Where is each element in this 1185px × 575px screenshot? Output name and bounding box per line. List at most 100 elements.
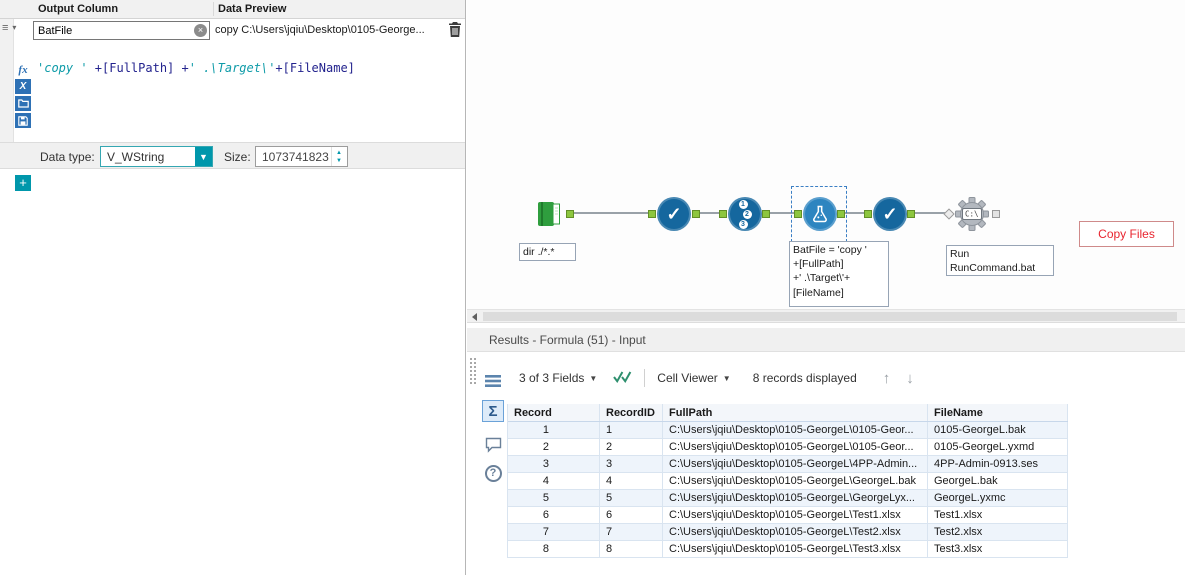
output-anchor[interactable] xyxy=(907,210,915,218)
output-anchor[interactable] xyxy=(566,210,574,218)
cell-recordid[interactable]: 2 xyxy=(600,439,663,455)
output-anchor[interactable] xyxy=(692,210,700,218)
results-main: 3 of 3 Fields ▼ Cell Viewer ▼ 8 records … xyxy=(507,352,1185,575)
connector-wire[interactable] xyxy=(574,212,648,214)
delete-column-button[interactable] xyxy=(448,22,462,38)
row-drag-handle[interactable]: ≡ ▾ xyxy=(2,21,16,35)
row-gutter xyxy=(0,19,14,142)
cell-filename[interactable]: Test2.xlsx xyxy=(928,524,1068,540)
size-input[interactable] xyxy=(256,147,330,166)
cell-fullpath[interactable]: C:\Users\jqiu\Desktop\0105-GeorgeL\4PP-A… xyxy=(663,456,928,472)
cell-record[interactable]: 1 xyxy=(508,422,600,438)
h-scrollbar[interactable] xyxy=(467,309,1185,323)
cell-fullpath[interactable]: C:\Users\jqiu\Desktop\0105-GeorgeL\Georg… xyxy=(663,490,928,506)
directory-annotation[interactable]: dir ./*.* xyxy=(519,243,576,262)
toolbar-divider xyxy=(644,369,646,387)
check-icon: ✓ xyxy=(666,204,682,224)
spinner-buttons[interactable]: ▲ ▼ xyxy=(331,147,346,166)
scroll-down-icon[interactable]: ↓ xyxy=(906,370,914,387)
select-tool-2[interactable]: ✓ xyxy=(873,197,907,231)
cell-record[interactable]: 3 xyxy=(508,456,600,472)
results-toolbar: 3 of 3 Fields ▼ Cell Viewer ▼ 8 records … xyxy=(507,352,1185,404)
connector-wire[interactable] xyxy=(700,212,719,214)
cell-fullpath[interactable]: C:\Users\jqiu\Desktop\0105-GeorgeL\0105-… xyxy=(663,439,928,455)
recordid-tool[interactable]: 1 2 3 xyxy=(728,197,762,231)
save-icon[interactable] xyxy=(15,113,31,128)
cell-recordid[interactable]: 5 xyxy=(600,490,663,506)
cell-record[interactable]: 5 xyxy=(508,490,600,506)
comment-box[interactable]: Copy Files xyxy=(1079,221,1174,247)
cell-viewer-dropdown[interactable]: Cell Viewer ▼ xyxy=(657,371,730,385)
cell-record[interactable]: 8 xyxy=(508,541,600,557)
cell-recordid[interactable]: 7 xyxy=(600,524,663,540)
grid-view-icon[interactable] xyxy=(482,370,504,392)
directory-tool-icon xyxy=(538,202,560,226)
cell-filename[interactable]: Test3.xlsx xyxy=(928,541,1068,557)
output-anchor[interactable] xyxy=(837,210,845,218)
output-anchor[interactable] xyxy=(992,210,1000,218)
cell-fullpath[interactable]: C:\Users\jqiu\Desktop\0105-GeorgeL\Test3… xyxy=(663,541,928,557)
variables-icon[interactable]: X xyxy=(15,79,31,94)
directory-tool[interactable] xyxy=(533,198,565,235)
data-type-value: V_WString xyxy=(107,150,165,164)
run-command-annotation[interactable]: Run RunCommand.bat xyxy=(946,245,1054,276)
help-icon[interactable]: ? xyxy=(482,462,504,484)
cell-fullpath[interactable]: C:\Users\jqiu\Desktop\0105-GeorgeL\Georg… xyxy=(663,473,928,489)
formula-expression[interactable]: 'copy ' +[FullPath] +' .\Target\'+[FileN… xyxy=(37,61,355,75)
select-tool[interactable]: ✓ xyxy=(657,197,691,231)
connector-wire[interactable] xyxy=(915,212,945,214)
scrollbar-thumb[interactable] xyxy=(483,312,1177,321)
cell-recordid[interactable]: 1 xyxy=(600,422,663,438)
output-column-input[interactable] xyxy=(33,21,210,40)
messages-icon[interactable] xyxy=(482,434,504,456)
input-anchor[interactable] xyxy=(943,208,955,220)
input-anchor[interactable] xyxy=(719,210,727,218)
spinner-up-icon[interactable]: ▲ xyxy=(336,149,342,157)
column-header-recordid[interactable]: RecordID xyxy=(600,404,663,421)
fx-icon[interactable]: fx xyxy=(15,62,31,77)
run-command-tool[interactable]: C:\ xyxy=(954,196,990,237)
scroll-up-icon[interactable]: ↑ xyxy=(883,370,891,387)
cell-filename[interactable]: GeorgeL.bak xyxy=(928,473,1068,489)
cell-filename[interactable]: 0105-GeorgeL.bak xyxy=(928,422,1068,438)
cell-fullpath[interactable]: C:\Users\jqiu\Desktop\0105-GeorgeL\Test1… xyxy=(663,507,928,523)
scroll-left-button[interactable] xyxy=(467,310,482,323)
panel-drag-handle[interactable] xyxy=(470,358,476,384)
connector-wire[interactable] xyxy=(845,212,864,214)
column-header-fullpath[interactable]: FullPath xyxy=(663,404,928,421)
cell-filename[interactable]: 0105-GeorgeL.yxmd xyxy=(928,439,1068,455)
output-anchor[interactable] xyxy=(762,210,770,218)
chevron-down-icon[interactable]: ▼ xyxy=(195,147,212,166)
data-type-dropdown[interactable]: V_WString ▼ xyxy=(100,146,213,167)
column-header-filename[interactable]: FileName xyxy=(928,404,1068,421)
cell-fullpath[interactable]: C:\Users\jqiu\Desktop\0105-GeorgeL\0105-… xyxy=(663,422,928,438)
workflow-canvas[interactable]: ✓ 1 2 3 ✓ C:\ dir ./*.* BatFile = 'copy … xyxy=(467,0,1185,309)
fields-dropdown[interactable]: 3 of 3 Fields ▼ xyxy=(519,371,597,385)
cell-recordid[interactable]: 6 xyxy=(600,507,663,523)
open-folder-icon[interactable] xyxy=(15,96,31,111)
summary-view-icon[interactable]: Σ xyxy=(482,400,504,422)
records-displayed-label: 8 records displayed xyxy=(752,371,857,385)
cell-filename[interactable]: GeorgeL.yxmc xyxy=(928,490,1068,506)
cell-record[interactable]: 4 xyxy=(508,473,600,489)
clear-icon[interactable]: × xyxy=(194,24,207,37)
cell-record[interactable]: 6 xyxy=(508,507,600,523)
formula-annotation[interactable]: BatFile = 'copy ' +[FullPath] +' .\Targe… xyxy=(789,241,889,307)
cell-fullpath[interactable]: C:\Users\jqiu\Desktop\0105-GeorgeL\Test2… xyxy=(663,524,928,540)
cell-recordid[interactable]: 8 xyxy=(600,541,663,557)
input-anchor[interactable] xyxy=(864,210,872,218)
input-anchor[interactable] xyxy=(794,210,802,218)
drag-handle-icon: ≡ xyxy=(2,22,9,34)
apply-checks-icon[interactable] xyxy=(613,371,632,386)
cell-filename[interactable]: 4PP-Admin-0913.ses xyxy=(928,456,1068,472)
cell-record[interactable]: 7 xyxy=(508,524,600,540)
formula-tool[interactable] xyxy=(803,197,837,231)
cell-recordid[interactable]: 4 xyxy=(600,473,663,489)
add-column-button[interactable]: + xyxy=(15,175,31,191)
input-anchor[interactable] xyxy=(648,210,656,218)
cell-recordid[interactable]: 3 xyxy=(600,456,663,472)
cell-filename[interactable]: Test1.xlsx xyxy=(928,507,1068,523)
spinner-down-icon[interactable]: ▼ xyxy=(336,157,342,165)
cell-record[interactable]: 2 xyxy=(508,439,600,455)
column-header-record[interactable]: Record xyxy=(508,404,600,421)
